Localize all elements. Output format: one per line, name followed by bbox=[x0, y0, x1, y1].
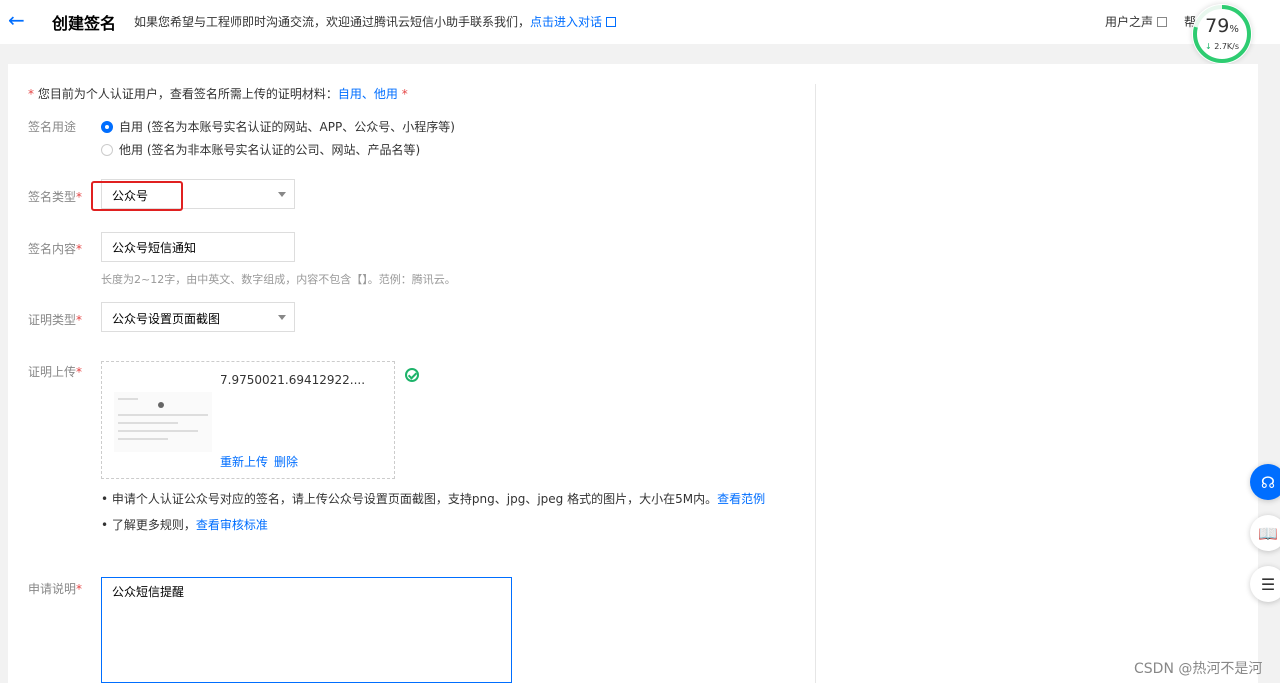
performance-gauge[interactable]: 79% ↓ 2.7K/s bbox=[1192, 4, 1252, 64]
other-use-link[interactable]: 他用 bbox=[374, 87, 398, 101]
upload-area[interactable]: 7.9750021.69412922.... 重新上传 删除 bbox=[101, 361, 395, 479]
list-indent-icon[interactable]: ☰ bbox=[1250, 566, 1280, 602]
arrow-left-icon[interactable]: ← bbox=[8, 8, 25, 32]
radio-unchecked-icon[interactable] bbox=[101, 143, 113, 156]
rule-bullet-1: • 申请个人认证公众号对应的签名，请上传公众号设置页面截图，支持png、jpg、… bbox=[101, 492, 766, 506]
user-voice-link[interactable]: 用户之声 bbox=[1105, 13, 1168, 30]
vertical-divider bbox=[815, 84, 816, 683]
radio-other-use[interactable]: 他用 (签名为非本账号实名认证的公司、网站、产品名等) bbox=[101, 141, 420, 158]
rule-bullet-2: • 了解更多规则，查看审核标准 bbox=[101, 518, 268, 532]
gauge-percent: 79% bbox=[1205, 15, 1239, 37]
reupload-link[interactable]: 重新上传 bbox=[220, 455, 268, 469]
top-bar: ← 创建签名 如果您希望与工程师即时沟通交流，欢迎通过腾讯云短信小助手联系我们，… bbox=[0, 0, 1280, 44]
upload-label: 证明上传* bbox=[28, 365, 83, 379]
upload-actions: 重新上传 删除 bbox=[220, 453, 304, 470]
check-circle-icon bbox=[405, 368, 419, 382]
remark-textarea[interactable]: 公众短信提醒 bbox=[101, 577, 512, 683]
auth-tip: * 您目前为个人认证用户，查看签名所需上传的证明材料：自用、他用 * bbox=[28, 87, 408, 101]
highlight-box bbox=[91, 181, 183, 211]
header-notice: 如果您希望与工程师即时沟通交流，欢迎通过腾讯云短信小助手联系我们，点击进入对话 bbox=[134, 13, 617, 30]
gauge-speed: ↓ 2.7K/s bbox=[1204, 42, 1240, 51]
user-voice-label: 用户之声 bbox=[1105, 15, 1154, 29]
radio-checked-icon[interactable] bbox=[101, 120, 113, 133]
uploaded-image-thumbnail bbox=[114, 392, 212, 452]
remark-label: 申请说明* bbox=[28, 582, 83, 596]
content-hint: 长度为2~12字，由中英文、数字组成，内容不包含【】。范例：腾讯云。 bbox=[101, 273, 456, 286]
required-star: * bbox=[28, 87, 34, 101]
caret-down-icon bbox=[278, 192, 286, 197]
notice-text: 如果您希望与工程师即时沟通交流，欢迎通过腾讯云短信小助手联系我们， bbox=[134, 15, 531, 29]
uploaded-filename: 7.9750021.69412922.... bbox=[220, 373, 366, 387]
signature-content-input[interactable] bbox=[101, 232, 295, 262]
radio-self-use[interactable]: 自用 (签名为本账号实名认证的网站、APP、公众号、小程序等) bbox=[101, 118, 455, 135]
caret-down-icon bbox=[278, 315, 286, 320]
delete-link[interactable]: 删除 bbox=[274, 455, 298, 469]
review-standard-link[interactable]: 查看审核标准 bbox=[196, 518, 268, 532]
view-example-link[interactable]: 查看范例 bbox=[717, 492, 765, 506]
external-link-icon bbox=[1157, 17, 1168, 27]
arrow-down-icon: ↓ bbox=[1204, 42, 1212, 51]
type-label: 签名类型* bbox=[28, 190, 83, 204]
headset-icon[interactable]: ☊ bbox=[1250, 464, 1280, 500]
proof-type-select[interactable]: 公众号设置页面截图 bbox=[101, 302, 295, 332]
external-link-icon[interactable] bbox=[606, 17, 617, 27]
content-label: 签名内容* bbox=[28, 242, 83, 256]
usage-label: 签名用途 bbox=[28, 120, 77, 134]
self-use-link[interactable]: 自用 bbox=[338, 87, 362, 101]
page-title: 创建签名 bbox=[52, 14, 117, 33]
watermark: CSDN @热河不是河 bbox=[1134, 661, 1263, 677]
book-icon[interactable]: 📖 bbox=[1250, 515, 1280, 551]
chat-link[interactable]: 点击进入对话 bbox=[530, 15, 602, 29]
proof-type-label: 证明类型* bbox=[28, 313, 83, 327]
